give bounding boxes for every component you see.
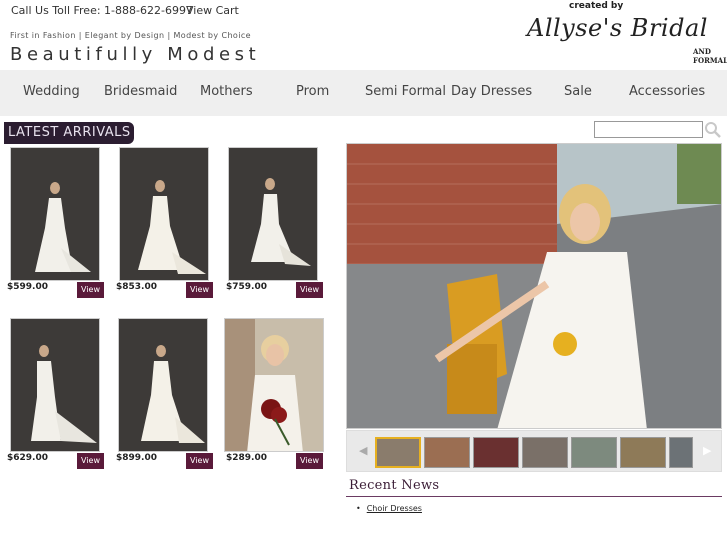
nav-item-bridesmaid[interactable]: Bridesmaid: [104, 84, 177, 99]
nav-item-prom[interactable]: Prom: [296, 84, 329, 99]
product-price: $289.00: [226, 453, 267, 463]
product-price: $899.00: [116, 453, 157, 463]
dress-photo-icon: [251, 178, 311, 266]
slideshow-thumbnail[interactable]: [522, 437, 568, 468]
slideshow-thumbnail[interactable]: [620, 437, 666, 468]
toll-free-phone: Call Us Toll Free: 1-888-622-6997: [11, 4, 193, 17]
site-tagline: First in Fashion | Elegant by Design | M…: [10, 31, 251, 40]
product-price: $599.00: [7, 282, 48, 292]
featured-slideshow-image[interactable]: [346, 143, 722, 429]
slideshow-thumbnail[interactable]: [473, 437, 519, 468]
product-price: $629.00: [7, 453, 48, 463]
view-product-button[interactable]: View: [186, 453, 213, 469]
bride-on-chair-photo-icon: [347, 144, 721, 428]
logo-and-formal: AND FORMAL: [693, 47, 727, 65]
product-price: $759.00: [226, 282, 267, 292]
dress-photo-icon: [141, 345, 205, 443]
nav-item-mothers[interactable]: Mothers: [200, 84, 253, 99]
nav-item-accessories[interactable]: Accessories: [629, 84, 705, 99]
product-image[interactable]: [10, 147, 100, 281]
main-nav: Wedding Bridesmaid Mothers Prom Semi For…: [0, 70, 727, 116]
recent-news-divider: [346, 496, 722, 497]
site-slogan: Beautifully Modest: [10, 44, 261, 65]
product-price: $853.00: [116, 282, 157, 292]
slideshow-thumbnail[interactable]: [375, 437, 421, 468]
product-image[interactable]: [118, 318, 208, 452]
bride-photo-icon: [225, 319, 323, 451]
logo-created-by: created by: [569, 1, 624, 11]
slideshow-prev-arrow[interactable]: ◀: [359, 444, 367, 457]
product-image[interactable]: [119, 147, 209, 281]
view-cart-link[interactable]: View Cart: [186, 4, 239, 17]
view-product-button[interactable]: View: [296, 282, 323, 298]
header: Call Us Toll Free: 1-888-622-6997 View C…: [0, 0, 727, 70]
product-image[interactable]: [228, 147, 318, 281]
nav-item-sale[interactable]: Sale: [564, 84, 592, 99]
nav-item-day-dresses[interactable]: Day Dresses: [451, 84, 532, 99]
view-product-button[interactable]: View: [186, 282, 213, 298]
latest-arrivals-label: LATEST ARRIVALS: [8, 125, 131, 140]
news-link-choir-dresses[interactable]: Choir Dresses: [367, 504, 422, 513]
dress-photo-icon: [35, 182, 91, 272]
dress-photo-icon: [31, 345, 97, 443]
brand-logo[interactable]: created by Allyse's Bridal AND FORMAL: [523, 0, 727, 65]
slideshow-thumbnail-strip: ◀ ▶: [346, 430, 722, 472]
latest-arrivals-heading: LATEST ARRIVALS: [4, 122, 134, 144]
recent-news-list: Choir Dresses: [356, 504, 422, 513]
view-product-button[interactable]: View: [77, 453, 104, 469]
logo-brand-name: Allyse's Bridal: [527, 14, 708, 42]
slideshow-thumbnail[interactable]: [669, 437, 693, 468]
nav-item-semi-formal[interactable]: Semi Formal: [365, 84, 446, 99]
news-item: Choir Dresses: [356, 504, 422, 513]
product-image[interactable]: [224, 318, 324, 452]
slideshow-thumbnail[interactable]: [571, 437, 617, 468]
product-image[interactable]: [10, 318, 100, 452]
nav-item-wedding[interactable]: Wedding: [23, 84, 80, 99]
slideshow-next-arrow[interactable]: ▶: [703, 444, 711, 457]
search-icon[interactable]: [704, 121, 722, 139]
search-input[interactable]: [594, 121, 703, 138]
view-product-button[interactable]: View: [296, 453, 323, 469]
dress-photo-icon: [138, 180, 206, 274]
recent-news-heading: Recent News: [349, 478, 440, 493]
view-product-button[interactable]: View: [77, 282, 104, 298]
slideshow-thumbnail[interactable]: [424, 437, 470, 468]
